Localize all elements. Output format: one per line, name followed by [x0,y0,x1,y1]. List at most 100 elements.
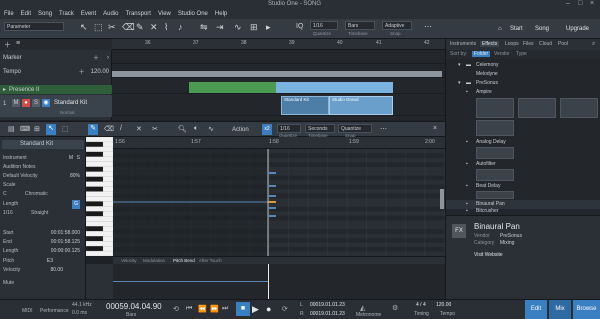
key-icon[interactable]: ⌨ [20,125,30,133]
close-editor-icon[interactable]: × [433,125,437,132]
listen-tool-icon[interactable]: ♪ [178,22,183,32]
length-g-button[interactable]: G [72,200,80,209]
folder-track[interactable]: ▸ Presence II [0,85,112,94]
black-key[interactable] [85,236,104,242]
add-marker-icon[interactable]: ＋ [93,53,99,62]
pencil-tool-icon[interactable]: ✎ [88,124,98,135]
record-icon[interactable]: ● [266,304,271,314]
loop-icon[interactable]: ⟲ [173,305,179,313]
shuffle-icon[interactable]: ⇋ [200,22,208,33]
pitch-value[interactable]: E3 [47,257,53,266]
split-editor-icon[interactable]: ✂ [152,125,158,133]
more-editor-icon[interactable]: ⋯ [380,125,387,133]
browse-button[interactable]: Browse [573,300,600,319]
arrange-ruler[interactable]: 36 37 38 39 40 41 42 [112,39,445,50]
visit-website-link[interactable]: Visit Website [474,252,503,258]
snap-grid-icon[interactable]: ⊞ [250,22,258,33]
rewind-icon[interactable]: ⏮ [186,305,192,313]
sort-folder[interactable]: Folder [472,51,491,57]
midi-note-selected[interactable] [268,201,276,203]
default-velocity-row[interactable]: Default Velocity 80% [3,172,83,181]
mute-editor-icon[interactable]: ✕ [136,125,142,133]
timebase-dropdown[interactable]: Bars [345,21,375,30]
studio-grand-event[interactable]: Studio Grand [329,96,393,115]
tab-pitch-bend[interactable]: Pitch Bend [173,258,195,263]
midi-note[interactable] [268,172,276,174]
expand-icon[interactable]: ≡ [16,40,20,47]
loop-start[interactable]: 00019.01.01.23 [310,302,345,308]
white-key[interactable] [85,231,114,237]
white-key[interactable] [85,191,114,197]
scale-select-row[interactable]: C Chromatic [3,190,83,199]
scale-type[interactable]: Chromatic [25,190,48,199]
more-options-icon[interactable]: ⋯ [424,22,432,31]
editor-ruler[interactable]: 1:56 1:57 1:58 1:59 2:00 [113,137,445,149]
piano-keyboard[interactable] [85,136,114,257]
browser-item-analog-delay[interactable]: ▪ Analog Delay [446,138,600,147]
metronome-icon[interactable]: ◭ [360,304,365,312]
settings-icon[interactable]: ⚙ [392,304,398,312]
black-key[interactable] [85,141,104,148]
solo-button[interactable]: S [32,99,40,107]
default-velocity-value[interactable]: 80% [70,172,80,181]
white-key[interactable] [85,156,114,162]
white-key[interactable] [85,171,114,177]
eraser-editor-icon[interactable]: ⌫ [104,125,114,133]
instrument-track[interactable]: 1 M ● S ◉ Standard Kit Normal [0,95,112,117]
browser-item-melodyne[interactable]: Melodyne [446,70,600,79]
search-icon[interactable]: ⌕ [592,41,595,48]
zoom-icon[interactable]: 🔍︎ [178,125,187,133]
black-key[interactable] [85,176,104,182]
close-icon[interactable]: × [590,0,594,7]
white-key[interactable] [85,241,114,247]
white-key[interactable] [85,181,114,187]
white-key[interactable] [85,206,114,212]
browser-item-ampire[interactable]: ▪ Ampire [446,88,600,97]
tab-velocity[interactable]: Velocity [121,258,137,263]
marker-track[interactable]: Marker ＋ › [3,53,109,63]
browser-item-beat-delay[interactable]: ▪ Beat Delay [446,182,600,191]
note-length-value[interactable]: 00:00:00.125 [51,247,80,256]
tab-after-touch[interactable]: After Touch [199,258,222,263]
browser-item-bitcrusher[interactable]: ▪ Bitcrusher [446,207,600,215]
monitor-button[interactable]: ◉ [42,99,50,107]
add-track-icon[interactable]: ＋ [4,40,11,50]
white-key[interactable] [85,196,114,202]
mute-row[interactable]: Mute [3,279,83,288]
menu-audio[interactable]: Audio [103,11,118,17]
chevron-right-icon[interactable]: › [107,55,109,61]
folder-event-2[interactable] [276,82,393,93]
add-tempo-icon[interactable]: ＋ [79,67,85,76]
speaker-icon[interactable]: 🔈︎ [194,125,198,133]
eraser-tool-icon[interactable]: ⌫ [122,22,135,33]
start-icon[interactable]: ⌂ [498,22,502,36]
time-signature[interactable]: 4 / 4 [416,302,426,308]
parameter-dropdown[interactable]: Parameter [4,22,64,31]
arrange-view[interactable]: Standard Kit Studio Grand [112,50,445,120]
midi-note[interactable] [268,215,276,217]
standard-kit-event[interactable]: Standard Kit [281,96,329,115]
action-button[interactable]: Action [232,127,249,133]
range-tool-icon[interactable]: ⬚ [94,22,103,33]
scrollbar-thumb[interactable] [440,189,444,209]
inspector-toggle-icon[interactable]: ▤ [8,125,15,133]
tab-cloud[interactable]: Cloud [539,41,552,47]
editor-quantize-dropdown[interactable]: 1/16 [277,124,301,133]
menu-studio-one[interactable]: Studio One [178,11,208,17]
arrow-right-icon[interactable]: ▸ [266,22,271,33]
split-tool-icon[interactable]: ✂ [108,22,116,33]
black-key[interactable] [85,211,104,217]
automation-lane[interactable] [86,264,445,299]
record-arm-button[interactable]: ● [22,99,30,107]
black-key[interactable] [85,201,104,207]
start-button[interactable]: Start [510,22,523,36]
menu-transport[interactable]: Transport [126,11,151,17]
minimize-icon[interactable]: – [566,0,570,7]
mute-button[interactable]: M [12,99,20,107]
length-value[interactable]: 1/16 [3,210,13,216]
tempo-display[interactable]: 120.00 [436,302,451,308]
sort-vendor[interactable]: Vendor [494,51,510,57]
midi-note[interactable] [268,195,276,197]
instrument-m-button[interactable]: M [69,154,73,163]
tempo-track[interactable]: Tempo ＋ 120.00 [3,67,109,77]
